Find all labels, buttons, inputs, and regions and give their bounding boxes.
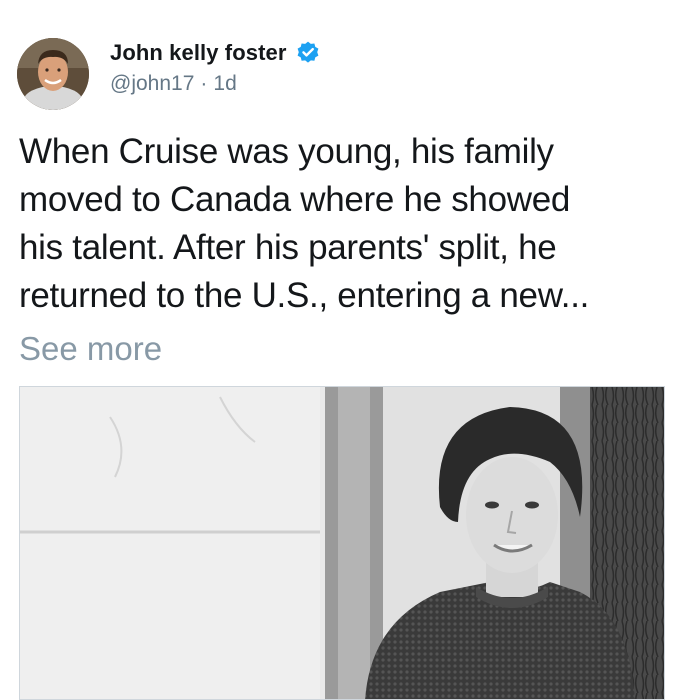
tweet-text-line: his talent. After his parents' split, he — [19, 228, 557, 267]
author-display-name[interactable]: John kelly foster — [110, 40, 287, 66]
author-block: John kelly foster @john17 · 1d — [110, 38, 321, 96]
tweet-text-line: returned to the U.S., entering a new... — [19, 276, 590, 315]
author-handle[interactable]: @john17 — [110, 72, 194, 95]
meta-separator: · — [200, 72, 208, 95]
author-meta-row: @john17 · 1d — [110, 72, 321, 96]
author-avatar[interactable] — [17, 38, 89, 110]
author-name-row: John kelly foster — [110, 38, 321, 68]
see-more-link[interactable]: See more — [19, 326, 162, 372]
avatar-photo-icon — [17, 38, 89, 110]
tweet-text-line: When Cruise was young, his family — [19, 132, 554, 171]
photo-image-icon — [20, 387, 664, 699]
tweet-timestamp[interactable]: 1d — [213, 72, 236, 95]
verified-badge-icon — [295, 40, 321, 66]
tweet-text-line: moved to Canada where he showed — [19, 180, 571, 219]
tweet-text: When Cruise was young, his family moved … — [19, 128, 689, 320]
tweet-card: John kelly foster @john17 · 1d When Cruise… — [0, 0, 700, 700]
tweet-media-photo[interactable] — [19, 386, 665, 700]
